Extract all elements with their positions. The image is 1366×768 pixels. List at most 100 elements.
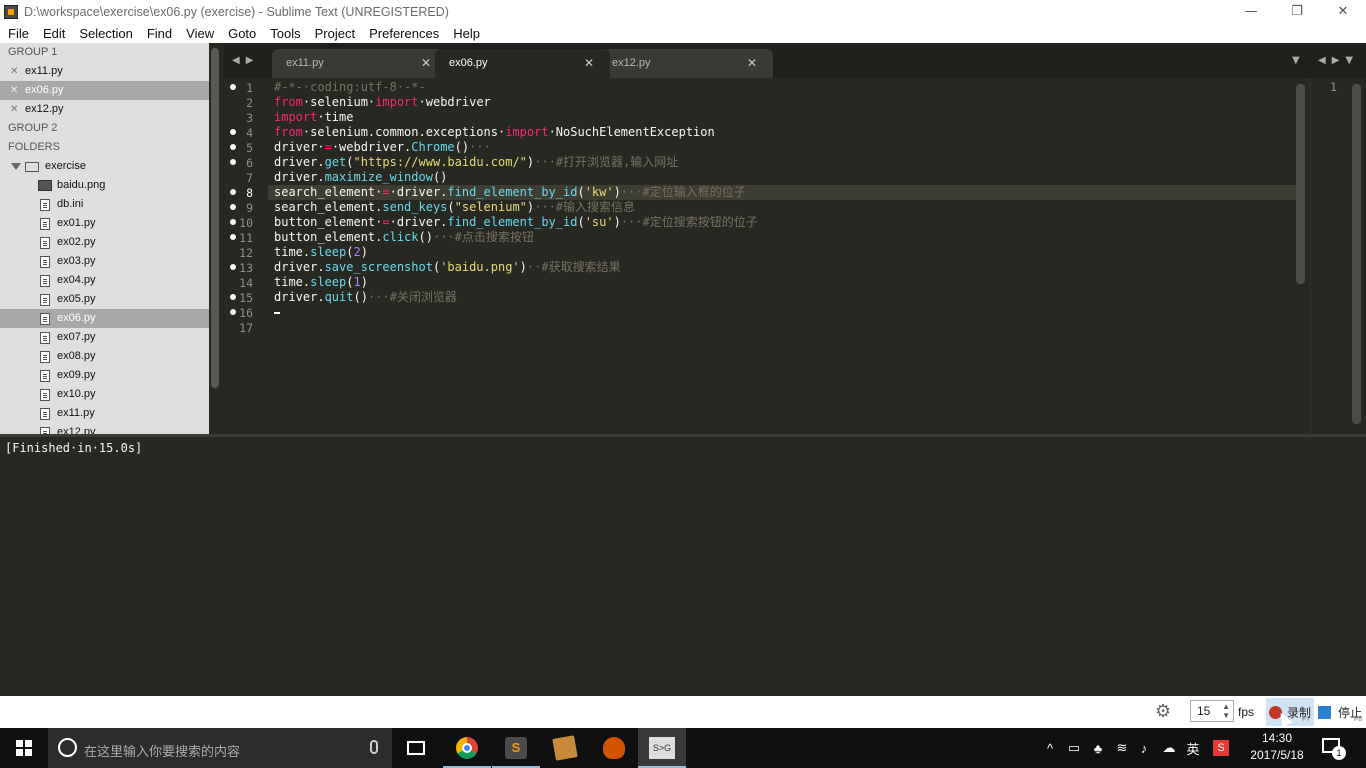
- start-button[interactable]: [0, 728, 48, 768]
- right-pane-tab-nav[interactable]: ◀▶▼: [1310, 43, 1366, 78]
- tab-nav-arrows[interactable]: ◀▶: [232, 55, 259, 66]
- folder-file-item[interactable]: ex05.py: [0, 290, 209, 309]
- tab-ex12[interactable]: ex12.py ✕: [598, 49, 773, 78]
- notification-count: 1: [1332, 746, 1346, 760]
- gutter-row: 1: [224, 80, 269, 95]
- code-line[interactable]: driver.save_screenshot('baidu.png')··#获取…: [274, 260, 621, 275]
- volume-icon[interactable]: ♪: [1134, 728, 1154, 768]
- code-line[interactable]: driver.maximize_window(): [274, 170, 447, 185]
- tab-overflow-icon[interactable]: ▼: [1292, 55, 1306, 66]
- menu-preferences[interactable]: Preferences: [361, 26, 445, 41]
- close-icon[interactable]: ✕: [10, 100, 25, 119]
- title-bar: D:\workspace\exercise\ex06.py (exercise)…: [0, 0, 1366, 23]
- menu-view[interactable]: View: [178, 26, 220, 41]
- folder-file-item[interactable]: baidu.png: [0, 176, 209, 195]
- folder-file-item[interactable]: ex08.py: [0, 347, 209, 366]
- folder-file-item[interactable]: ex09.py: [0, 366, 209, 385]
- folder-file-item[interactable]: ex10.py: [0, 385, 209, 404]
- close-icon[interactable]: ✕: [584, 49, 594, 78]
- folder-file-item[interactable]: ex03.py: [0, 252, 209, 271]
- code-line[interactable]: #-*-·coding:utf-8·-*-: [274, 80, 426, 95]
- maximize-button[interactable]: ❐: [1274, 0, 1320, 23]
- chrome-taskbar-button[interactable]: [443, 728, 491, 768]
- sidebar-scrollbar[interactable]: [211, 48, 219, 388]
- menu-edit[interactable]: Edit: [35, 26, 71, 41]
- code-line[interactable]: driver.get("https://www.baidu.com/")···#…: [274, 155, 678, 170]
- folder-file-item[interactable]: ex04.py: [0, 271, 209, 290]
- code-line[interactable]: search_element.send_keys("selenium")···#…: [274, 200, 635, 215]
- folder-file-item[interactable]: ex01.py: [0, 214, 209, 233]
- code-token: find_element_by_id: [447, 185, 578, 199]
- code-line[interactable]: search_element·=·driver.find_element_by_…: [268, 185, 1296, 200]
- folder-file-item[interactable]: ex07.py: [0, 328, 209, 347]
- code-editor[interactable]: 1 2 3 4 5 6 7 8 9 10 11 12 13 14 15 16 17 #-*-·coding:ut…: [224, 78, 1296, 434]
- code-token: (): [353, 290, 368, 304]
- code-line[interactable]: button_element.click()···#点击搜索按钮: [274, 230, 534, 245]
- chevron-down-icon[interactable]: [11, 163, 21, 170]
- gutter-row: 5: [224, 140, 269, 155]
- open-file-item[interactable]: ✕ ex12.py: [0, 100, 209, 119]
- right-pane[interactable]: [1310, 78, 1350, 434]
- code-line[interactable]: time.sleep(1): [274, 275, 368, 290]
- folder-file-item[interactable]: db.ini: [0, 195, 209, 214]
- code-line[interactable]: [274, 305, 280, 320]
- menu-tools[interactable]: Tools: [262, 26, 306, 41]
- sogou-icon[interactable]: S: [1210, 728, 1232, 768]
- microphone-icon[interactable]: [370, 740, 378, 754]
- menu-file[interactable]: File: [0, 26, 35, 41]
- menu-project[interactable]: Project: [307, 26, 361, 41]
- file-icon: [40, 331, 50, 344]
- code-line[interactable]: import·time: [274, 110, 353, 125]
- folder-file-item[interactable]: ex11.py: [0, 404, 209, 423]
- gear-icon[interactable]: ⚙: [1155, 702, 1173, 720]
- system-clock[interactable]: 14:30 2017/5/18: [1240, 730, 1314, 766]
- menu-find[interactable]: Find: [139, 26, 178, 41]
- book-app-taskbar-button[interactable]: [541, 728, 589, 768]
- code-line[interactable]: button_element·=·driver.find_element_by_…: [274, 215, 758, 230]
- code-line[interactable]: driver.quit()···#关闭浏览器: [274, 290, 457, 305]
- open-file-item-active[interactable]: ✕ ex06.py: [0, 81, 209, 100]
- code-line[interactable]: time.sleep(2): [274, 245, 368, 260]
- menu-help[interactable]: Help: [445, 26, 486, 41]
- screen-to-gif-taskbar-button[interactable]: S>G: [638, 728, 686, 768]
- fps-input[interactable]: 15 ▲ ▼: [1190, 700, 1234, 722]
- close-icon[interactable]: ✕: [10, 81, 25, 100]
- battery-icon[interactable]: ▭: [1064, 728, 1084, 768]
- right-pane-scrollbar[interactable]: [1352, 84, 1361, 424]
- close-icon[interactable]: ✕: [10, 62, 25, 81]
- code-line[interactable]: from·selenium·import·webdriver: [274, 95, 491, 110]
- tray-app-icon[interactable]: ♣: [1088, 728, 1108, 768]
- sublime-taskbar-button[interactable]: S: [492, 728, 540, 768]
- code-line[interactable]: from·selenium.common.exceptions·import·N…: [274, 125, 715, 140]
- ime-indicator[interactable]: 英: [1184, 728, 1202, 768]
- task-view-button[interactable]: [392, 728, 440, 768]
- code-line[interactable]: driver·=·webdriver.Chrome()···: [274, 140, 491, 155]
- file-icon: [40, 388, 50, 401]
- fps-spinner[interactable]: ▲ ▼: [1222, 702, 1230, 720]
- close-button[interactable]: ✕: [1320, 0, 1366, 23]
- menu-selection[interactable]: Selection: [71, 26, 138, 41]
- close-icon[interactable]: ✕: [747, 49, 757, 78]
- folder-file-item[interactable]: ex12.py: [0, 423, 209, 434]
- folder-file-item[interactable]: ex06.py: [0, 309, 209, 328]
- wechat-icon[interactable]: ☁: [1158, 728, 1180, 768]
- minimize-button[interactable]: —: [1228, 0, 1274, 23]
- editor-scrollbar[interactable]: [1296, 84, 1305, 284]
- windows-logo-icon: [16, 740, 32, 756]
- snail-app-taskbar-button[interactable]: [590, 728, 638, 768]
- menu-goto[interactable]: Goto: [220, 26, 262, 41]
- open-file-item[interactable]: ✕ ex11.py: [0, 62, 209, 81]
- stop-button[interactable]: 停止 F8: [1316, 698, 1366, 726]
- close-icon[interactable]: ✕: [421, 49, 431, 78]
- code-token: import: [505, 125, 549, 139]
- tab-ex06[interactable]: ex06.py ✕: [435, 49, 610, 78]
- code-token: 2: [353, 245, 361, 259]
- chevron-up-icon[interactable]: ^: [1040, 728, 1060, 768]
- folder-file-item[interactable]: ex02.py: [0, 233, 209, 252]
- tab-ex11[interactable]: ex11.py ✕: [272, 49, 447, 78]
- wifi-icon[interactable]: ≋: [1112, 728, 1132, 768]
- folder-row[interactable]: exercise: [0, 157, 209, 176]
- taskbar-search[interactable]: 在这里输入你要搜索的内容: [48, 728, 392, 768]
- code-token: ···: [469, 140, 491, 154]
- stop-icon: [1318, 706, 1331, 719]
